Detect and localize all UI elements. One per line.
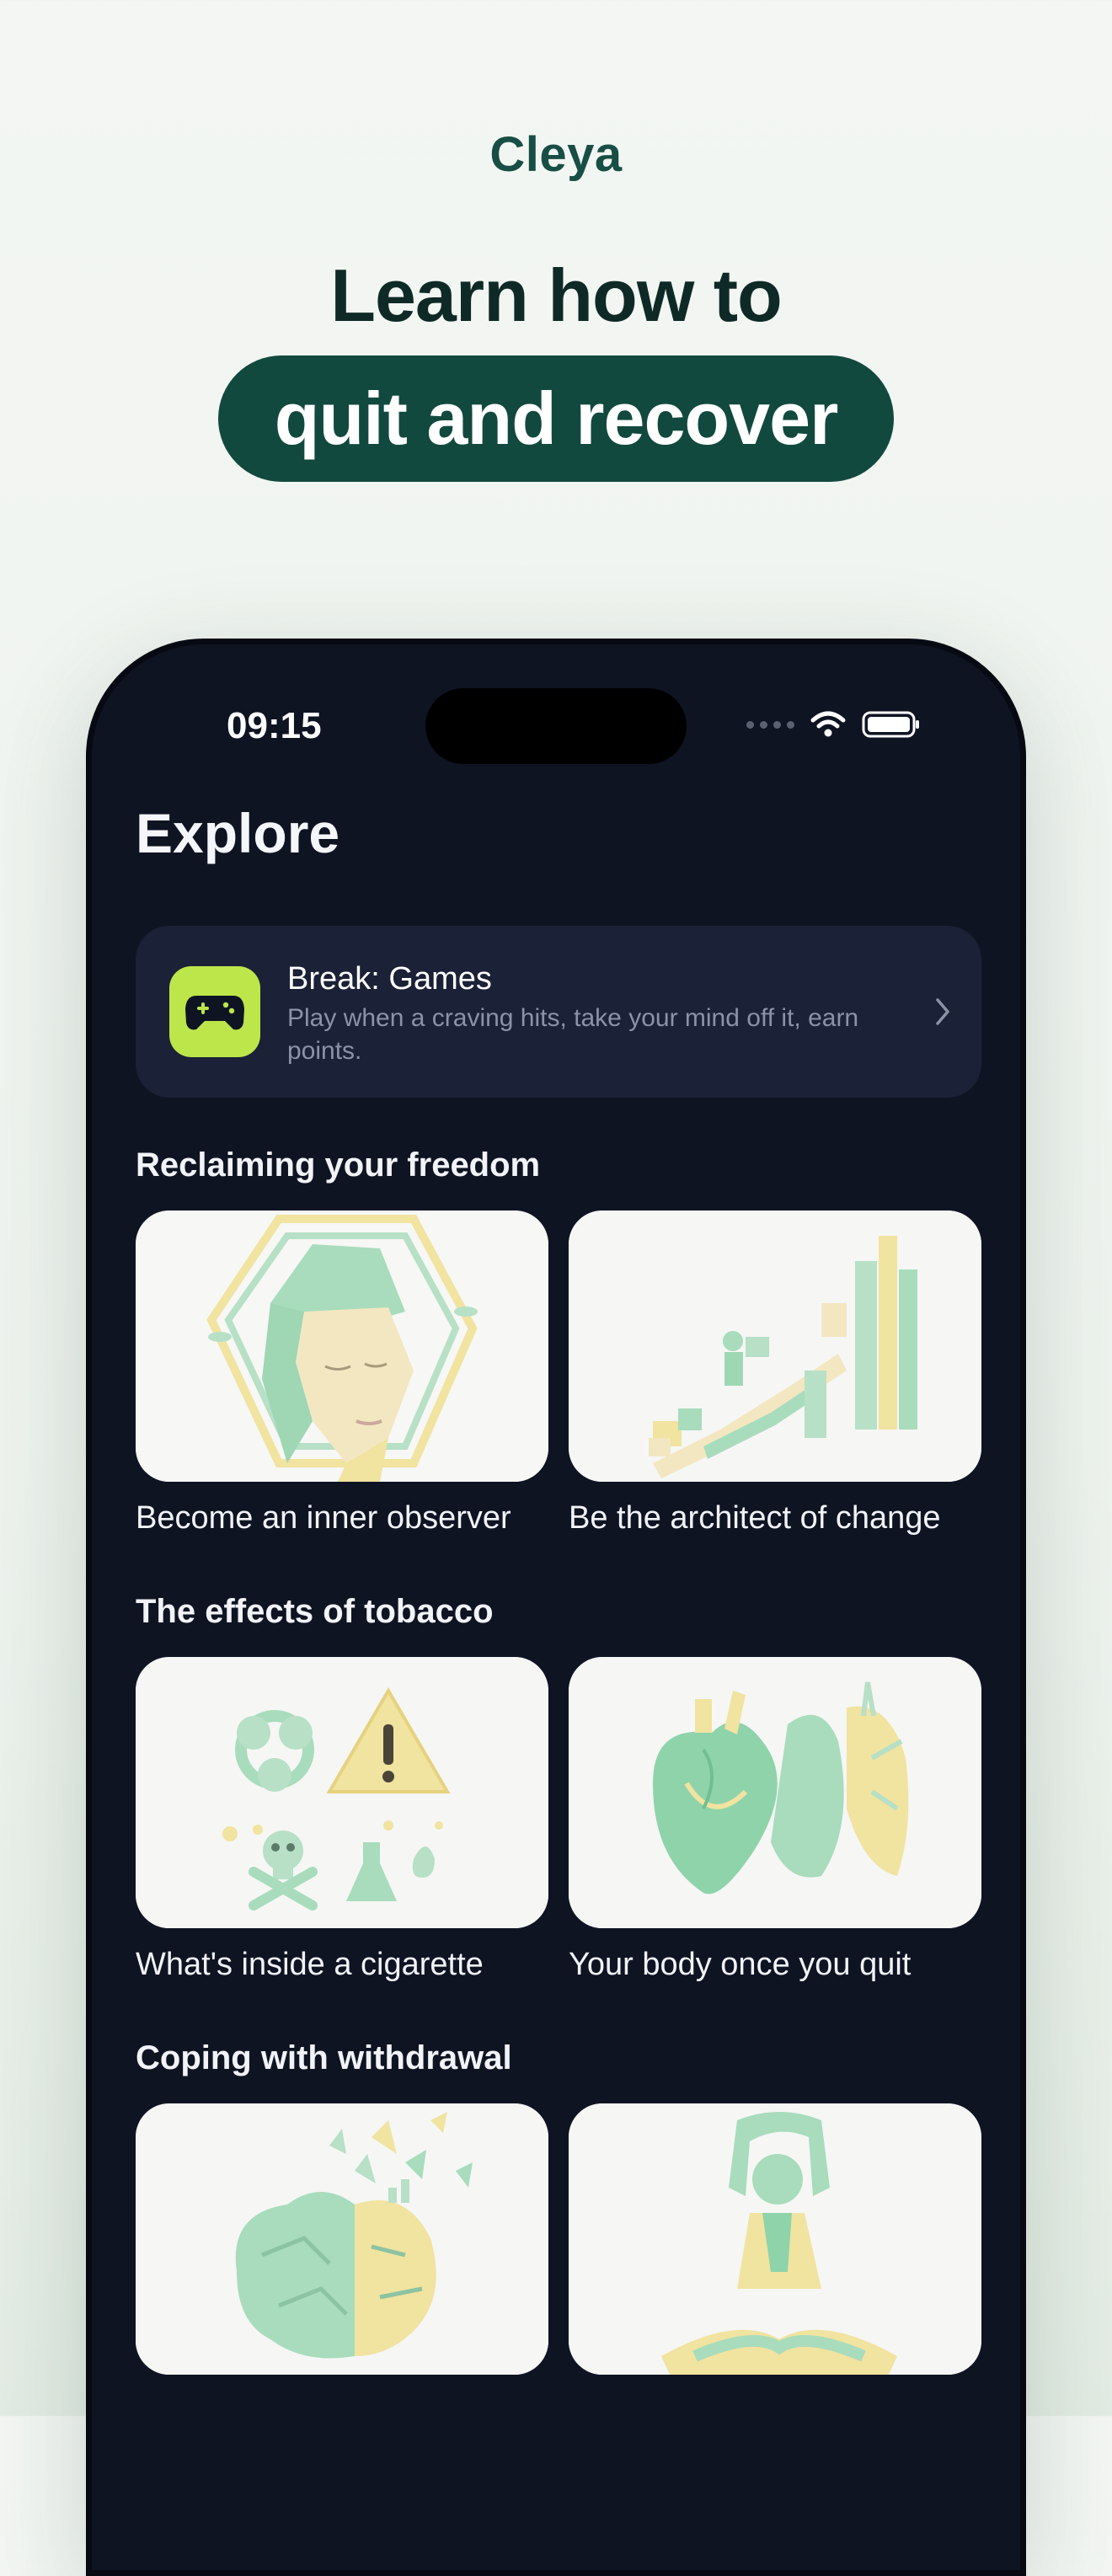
games-card-subtitle: Play when a craving hits, take your mind… — [287, 1004, 859, 1065]
tile-label-body-once-you-quit: Your body once you quit — [569, 1947, 912, 1982]
tile-withdrawal-yoga[interactable] — [569, 2103, 981, 2375]
hazard-symbols-illustration — [136, 1657, 548, 1928]
section-title-tobacco: The effects of tobacco — [136, 1593, 494, 1630]
tile-label-architect-of-change: Be the architect of change — [569, 1500, 941, 1536]
page-title: Explore — [136, 802, 340, 864]
tile-label-inner-observer: Become an inner observer — [136, 1500, 511, 1536]
gamepad-icon — [169, 966, 260, 1057]
section-title-withdrawal: Coping with withdrawal — [136, 2039, 512, 2076]
phone-frame: 09:15 Explore Break: Games Play when a c… — [86, 639, 1026, 2576]
app-screen: 09:15 Explore Break: Games Play when a c… — [92, 644, 1020, 2570]
paper-stairs-illustration — [569, 1211, 981, 1482]
yoga-figure-illustration — [569, 2103, 981, 2375]
battery-icon — [862, 711, 919, 738]
status-icons — [746, 710, 921, 739]
games-card[interactable]: Break: Games Play when a craving hits, t… — [136, 926, 981, 1098]
heart-lungs-illustration — [569, 1657, 981, 1928]
wifi-icon — [810, 711, 846, 737]
tile-withdrawal-brain[interactable] — [136, 2103, 548, 2375]
tile-inner-observer[interactable] — [136, 1211, 548, 1482]
paper-face-illustration — [136, 1211, 548, 1482]
tile-inside-cigarette[interactable] — [136, 1657, 548, 1928]
headline-line-1: Learn how to — [330, 254, 783, 337]
paper-brain-illustration — [136, 2103, 548, 2375]
chevron-right-icon — [936, 998, 949, 1025]
headline-highlight-pill: quit and recover — [218, 355, 894, 482]
signal-icon — [746, 720, 794, 729]
tile-architect-of-change[interactable] — [569, 1211, 981, 1482]
dynamic-island — [425, 688, 687, 764]
status-time: 09:15 — [227, 705, 322, 746]
tile-body-once-you-quit[interactable] — [569, 1657, 981, 1928]
brand-name: Cleya — [489, 127, 623, 182]
tile-label-inside-cigarette: What's inside a cigarette — [136, 1947, 484, 1982]
games-card-title: Break: Games — [287, 961, 492, 997]
section-title-freedom: Reclaiming your freedom — [136, 1146, 541, 1184]
